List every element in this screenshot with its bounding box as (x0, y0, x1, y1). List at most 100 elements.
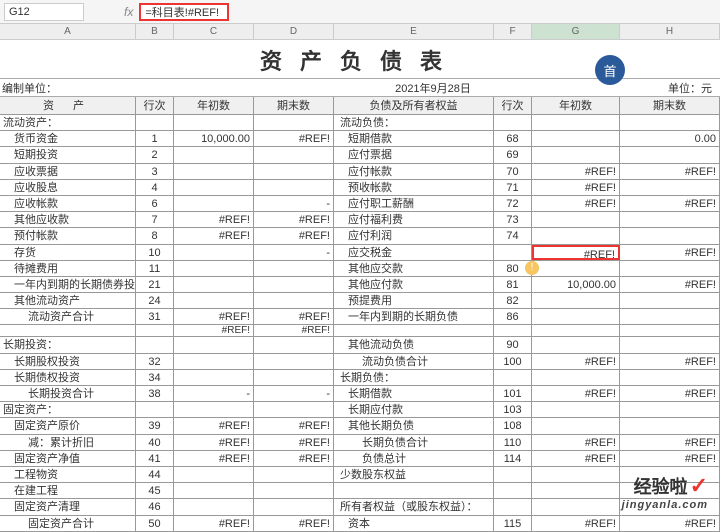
cell[interactable]: 74 (494, 228, 532, 243)
cell[interactable] (494, 467, 532, 482)
cell[interactable]: 固定资产原价 (0, 418, 136, 433)
cell[interactable]: 长期负债合计 (334, 435, 494, 450)
cell[interactable]: 3 (136, 164, 174, 179)
cell[interactable]: 短期借款 (334, 131, 494, 146)
cell[interactable]: 长期负债： (334, 370, 494, 385)
cell[interactable]: 短期投资 (0, 147, 136, 162)
cell[interactable] (532, 147, 620, 162)
cell[interactable]: 31 (136, 309, 174, 324)
cell[interactable]: #REF! (254, 516, 334, 531)
cell[interactable]: #REF! (620, 164, 720, 179)
cell[interactable] (254, 354, 334, 369)
cell[interactable]: 4 (136, 180, 174, 195)
cell[interactable] (174, 277, 254, 292)
cell[interactable]: #REF! (254, 451, 334, 466)
cell[interactable]: 38 (136, 386, 174, 401)
cell[interactable]: #REF! (174, 212, 254, 227)
cell[interactable]: #REF! (254, 212, 334, 227)
cell[interactable] (620, 180, 720, 195)
cell[interactable] (494, 483, 532, 498)
cell[interactable] (620, 212, 720, 227)
cell[interactable] (620, 418, 720, 433)
cell[interactable] (532, 499, 620, 514)
cell[interactable]: 86 (494, 309, 532, 324)
cell[interactable]: #REF! (532, 435, 620, 450)
name-box[interactable]: G12 (4, 3, 84, 21)
cell[interactable] (174, 402, 254, 417)
cell[interactable]: - (174, 386, 254, 401)
cell[interactable] (174, 499, 254, 514)
cell[interactable]: 应付利润 (334, 228, 494, 243)
cell[interactable]: #REF! (174, 325, 254, 336)
cell[interactable] (494, 245, 532, 260)
cell[interactable]: 71 (494, 180, 532, 195)
cell[interactable] (532, 418, 620, 433)
cell[interactable] (532, 131, 620, 146)
col-B[interactable]: B (136, 24, 174, 39)
cell[interactable]: 工程物资 (0, 467, 136, 482)
col-G[interactable]: G (532, 24, 620, 39)
cell[interactable]: 一年内到期的长期债券投资 (0, 277, 136, 292)
col-H[interactable]: H (620, 24, 720, 39)
cell[interactable]: #REF! (620, 435, 720, 450)
cell[interactable]: 一年内到期的长期负债 (334, 309, 494, 324)
cell[interactable]: 41 (136, 451, 174, 466)
cell[interactable]: #REF! (620, 196, 720, 211)
cell[interactable]: 负债总计 (334, 451, 494, 466)
cell[interactable]: 所有者权益（或股东权益）： (334, 499, 494, 514)
cell[interactable]: 24 (136, 293, 174, 308)
cell[interactable]: 其他流动负债 (334, 337, 494, 352)
cell[interactable]: #REF! (532, 196, 620, 211)
cell[interactable]: 114 (494, 451, 532, 466)
cell[interactable]: 其他应收款 (0, 212, 136, 227)
cell[interactable]: 其他长期负债 (334, 418, 494, 433)
cell[interactable] (620, 147, 720, 162)
cell[interactable]: - (254, 386, 334, 401)
cell[interactable]: 103 (494, 402, 532, 417)
cell[interactable] (532, 370, 620, 385)
cell[interactable] (334, 483, 494, 498)
cell[interactable] (620, 261, 720, 276)
cell[interactable] (532, 483, 620, 498)
cell[interactable]: 固定资产净值 (0, 451, 136, 466)
cell[interactable]: 46 (136, 499, 174, 514)
cell[interactable]: #REF! (620, 354, 720, 369)
cell[interactable]: 72 (494, 196, 532, 211)
cell[interactable] (254, 483, 334, 498)
cell[interactable] (174, 337, 254, 352)
cell[interactable]: 固定资产合计 (0, 516, 136, 531)
cell[interactable]: #REF! (532, 180, 620, 195)
cell[interactable]: 减：累计折旧 (0, 435, 136, 450)
cell[interactable] (254, 180, 334, 195)
cell[interactable]: 115 (494, 516, 532, 531)
cell[interactable] (254, 164, 334, 179)
cell[interactable] (532, 115, 620, 130)
cell[interactable] (174, 293, 254, 308)
cell[interactable]: #REF! (532, 451, 620, 466)
cell[interactable] (254, 293, 334, 308)
cell[interactable]: 应付票据 (334, 147, 494, 162)
cell[interactable]: 68 (494, 131, 532, 146)
cell[interactable]: 应交税金 (334, 245, 494, 260)
formula-input[interactable]: =科目表!#REF! (139, 3, 229, 21)
cell[interactable]: #REF! (174, 516, 254, 531)
cell[interactable] (494, 115, 532, 130)
cell[interactable]: 资本 (334, 516, 494, 531)
cell[interactable]: 长期投资： (0, 337, 136, 352)
cell[interactable] (494, 499, 532, 514)
cell[interactable]: 40 (136, 435, 174, 450)
cell[interactable] (174, 245, 254, 260)
cell[interactable]: #REF! (532, 164, 620, 179)
cell[interactable]: 其他流动资产 (0, 293, 136, 308)
cell[interactable] (254, 402, 334, 417)
cell[interactable]: 11 (136, 261, 174, 276)
cell[interactable]: 固定资产清理 (0, 499, 136, 514)
cell[interactable]: #REF! (174, 435, 254, 450)
cell[interactable] (620, 370, 720, 385)
cell[interactable] (174, 164, 254, 179)
cell[interactable]: 70 (494, 164, 532, 179)
cell[interactable] (174, 370, 254, 385)
cell[interactable]: 81 (494, 277, 532, 292)
cell[interactable]: 长期借款 (334, 386, 494, 401)
cell[interactable]: 存货 (0, 245, 136, 260)
